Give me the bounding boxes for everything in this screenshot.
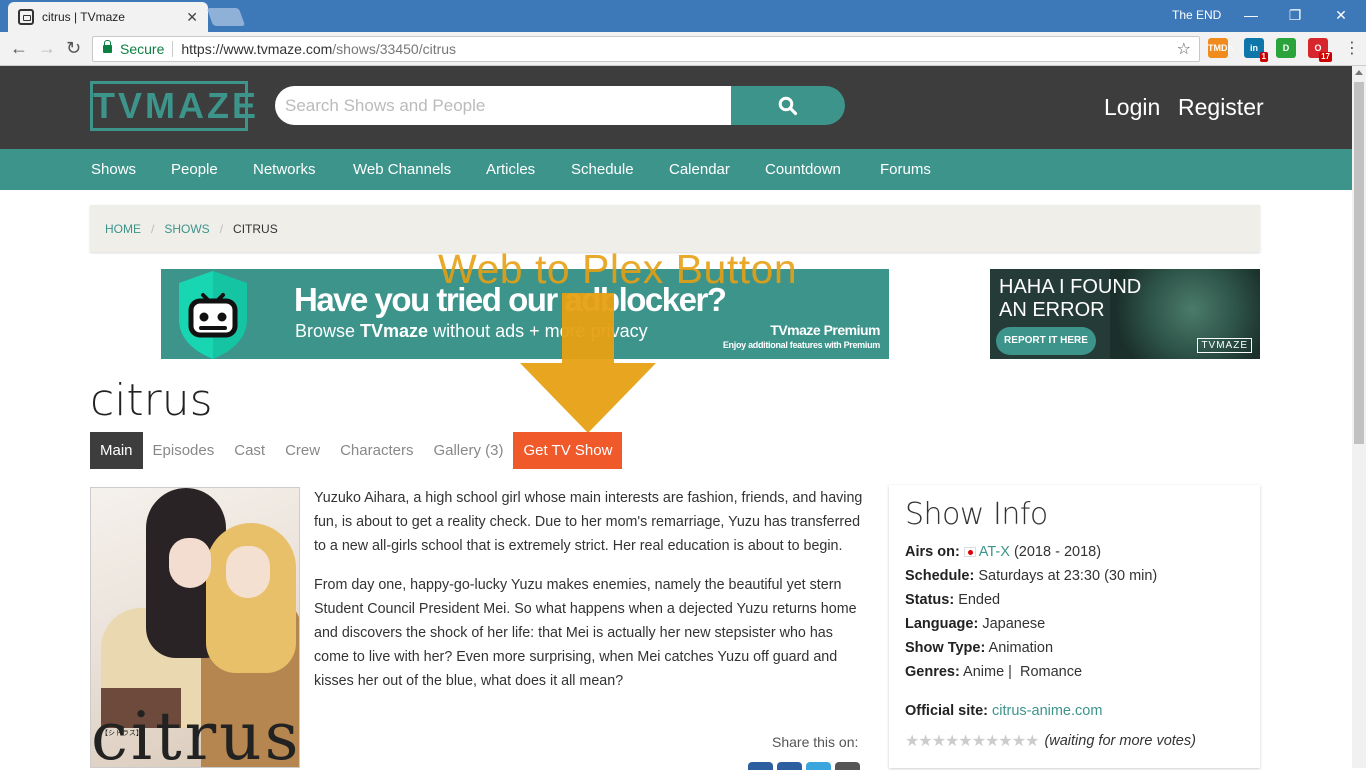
bookmark-star-icon[interactable]: ☆ xyxy=(1177,39,1191,59)
breadcrumb-separator: / xyxy=(151,221,155,236)
red-extension-icon[interactable]: O 17 xyxy=(1308,38,1332,62)
genres-row: Genres: Anime | Romance xyxy=(905,664,1083,680)
nav-networks[interactable]: Networks xyxy=(253,161,316,178)
new-tab-button[interactable] xyxy=(206,8,246,26)
chrome-menu-icon[interactable]: ⋮ xyxy=(1344,38,1360,58)
tumblr-share-icon[interactable] xyxy=(835,762,860,770)
rating-votes: (waiting for more votes) xyxy=(1044,733,1196,749)
window-close-icon[interactable]: ✕ xyxy=(1326,4,1356,26)
breadcrumb-current: CITRUS xyxy=(233,221,278,236)
main-nav: Shows People Networks Web Channels Artic… xyxy=(0,149,1352,190)
annotation-label: Web to Plex Button xyxy=(438,246,798,292)
tab-gallery[interactable]: Gallery (3) xyxy=(423,432,513,469)
share-label: Share this on: xyxy=(772,734,859,750)
restore-icon[interactable]: ❐ xyxy=(1280,4,1310,26)
browser-tab[interactable]: citrus | TVmaze ✕ xyxy=(8,2,208,32)
nav-calendar[interactable]: Calendar xyxy=(669,161,730,178)
nav-people[interactable]: People xyxy=(171,161,218,178)
search-icon xyxy=(778,96,798,115)
page-scrollbar[interactable] xyxy=(1352,66,1366,768)
address-separator xyxy=(172,41,174,57)
nav-forums[interactable]: Forums xyxy=(880,161,931,178)
search-button[interactable] xyxy=(731,86,845,125)
nav-web-channels[interactable]: Web Channels xyxy=(353,161,451,178)
lock-icon xyxy=(103,40,112,53)
tab-close-icon[interactable]: ✕ xyxy=(186,9,198,26)
show-title: citrus xyxy=(90,375,213,426)
breadcrumb-home[interactable]: HOME xyxy=(105,222,141,236)
reload-icon[interactable]: ↻ xyxy=(66,38,81,59)
back-icon[interactable]: ← xyxy=(10,38,28,59)
address-bar[interactable]: Secure https://www.tvmaze.com/shows/3345… xyxy=(92,36,1200,62)
nav-countdown[interactable]: Countdown xyxy=(765,161,841,178)
rating-stars-icon[interactable]: ★★★★★★★★★★ xyxy=(905,731,1039,751)
network-link[interactable]: AT-X xyxy=(979,544,1010,560)
tab-episodes[interactable]: Episodes xyxy=(143,432,225,469)
show-type-row: Show Type: Animation xyxy=(905,640,1054,656)
search-bar xyxy=(275,86,845,125)
official-site-link[interactable]: citrus-anime.com xyxy=(992,703,1102,719)
nav-schedule[interactable]: Schedule xyxy=(571,161,634,178)
login-link[interactable]: Login xyxy=(1104,94,1160,121)
breadcrumb-shows[interactable]: SHOWS xyxy=(164,222,209,236)
official-site-row: Official site: citrus-anime.com xyxy=(905,703,1103,719)
scroll-thumb[interactable] xyxy=(1354,82,1364,444)
tvmaze-favicon-icon xyxy=(18,9,34,25)
nav-articles[interactable]: Articles xyxy=(486,161,535,178)
tvmaze-logo[interactable]: TVMAZE xyxy=(90,81,256,131)
url-text[interactable]: https://www.tvmaze.com/shows/33450/citru… xyxy=(181,41,456,57)
status-row: Status: Ended xyxy=(905,592,1001,608)
tab-cast[interactable]: Cast xyxy=(224,432,275,469)
tab-title: citrus | TVmaze xyxy=(42,10,125,24)
breadcrumb-separator: / xyxy=(219,221,224,236)
report-error-title: HAHA I FOUND AN ERROR xyxy=(999,276,1142,321)
breadcrumb: HOME / SHOWS / CITRUS xyxy=(90,205,1260,252)
secure-label: Secure xyxy=(120,41,165,57)
linkedin-extension-icon[interactable]: in 1 xyxy=(1244,38,1268,62)
get-tv-show-button[interactable]: Get TV Show xyxy=(513,432,623,469)
browser-titlebar: citrus | TVmaze ✕ The END — ❐ ✕ xyxy=(0,0,1366,32)
report-error-ad[interactable]: HAHA I FOUND AN ERROR REPORT IT HERE TVM… xyxy=(990,269,1260,359)
browser-toolbar: ← → ↻ Secure https://www.tvmaze.com/show… xyxy=(0,32,1366,66)
down-arrow-icon xyxy=(520,293,656,433)
summary-paragraph: Yuzuko Aihara, a high school girl whose … xyxy=(314,490,863,554)
show-info-panel: Show Info Airs on: AT-X (2018 - 2018) Sch… xyxy=(889,485,1260,768)
rating-row: ★★★★★★★★★★ (waiting for more votes) xyxy=(905,731,1244,751)
facebook-share-icon[interactable] xyxy=(748,762,773,770)
profile-name[interactable]: The END xyxy=(1172,8,1221,22)
ad-premium-subtitle: Enjoy additional features with Premium xyxy=(722,340,880,350)
scroll-up-icon[interactable] xyxy=(1355,70,1363,75)
nav-shows[interactable]: Shows xyxy=(91,161,136,178)
schedule-row: Schedule: Saturdays at 23:30 (30 min) xyxy=(905,568,1158,584)
tab-crew[interactable]: Crew xyxy=(275,432,330,469)
search-input[interactable] xyxy=(275,86,731,125)
summary-paragraph: From day one, happy-go-lucky Yuzu makes … xyxy=(314,577,857,689)
ad-premium-label: TVmaze Premium xyxy=(770,322,880,338)
minimize-icon[interactable]: — xyxy=(1236,4,1266,26)
tab-main[interactable]: Main xyxy=(90,432,143,469)
twitter-share-icon[interactable] xyxy=(806,762,831,770)
share-buttons xyxy=(748,762,860,770)
linkedin-share-icon[interactable] xyxy=(777,762,802,770)
forward-icon[interactable]: → xyxy=(38,38,56,59)
report-it-here-button[interactable]: REPORT IT HERE xyxy=(996,327,1096,355)
show-tabs: Main Episodes Cast Crew Characters Gallery (3… xyxy=(90,432,623,469)
language-row: Language: Japanese xyxy=(905,616,1046,632)
poster-title: citrus xyxy=(91,698,300,768)
show-info-title: Show Info xyxy=(905,497,1048,532)
green-extension-icon[interactable]: D xyxy=(1276,38,1296,58)
airs-row: Airs on: AT-X (2018 - 2018) xyxy=(905,544,1102,560)
tmdb-extension-icon[interactable]: TMDb xyxy=(1208,38,1233,58)
tab-characters[interactable]: Characters xyxy=(330,432,423,469)
show-summary: Yuzuko Aihara, a high school girl whose … xyxy=(314,486,870,708)
tv-shield-icon xyxy=(179,271,247,359)
japan-flag-icon xyxy=(963,547,976,557)
tvmaze-small-logo: TVMAZE xyxy=(1197,338,1252,353)
show-poster[interactable]: 【シトラス】 citrus xyxy=(90,487,300,768)
site-header: TVMAZE Login Register xyxy=(0,66,1352,149)
register-link[interactable]: Register xyxy=(1178,94,1264,121)
